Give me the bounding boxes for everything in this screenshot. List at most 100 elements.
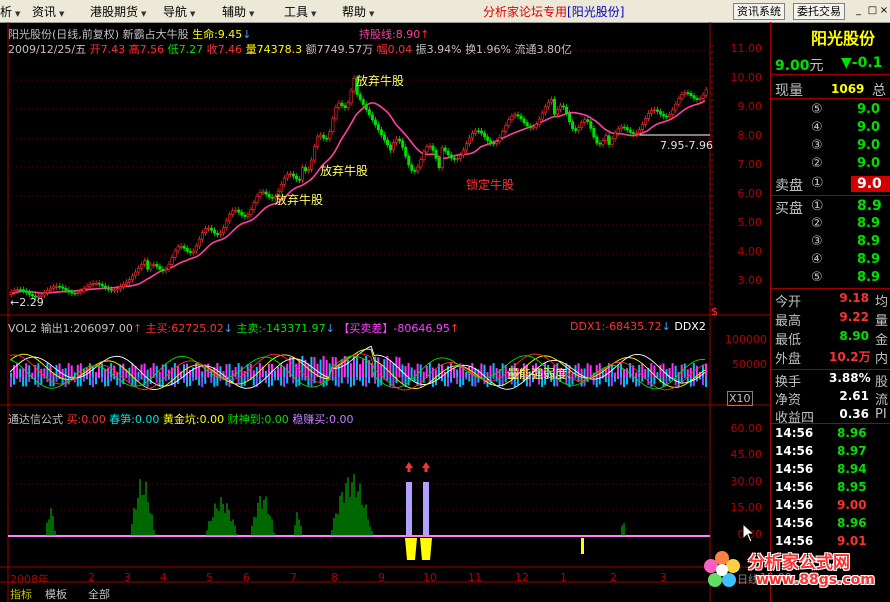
volume-bar-down (280, 377, 283, 386)
price-axis-tick: 9.00 (737, 100, 763, 113)
tab-template[interactable]: 模板 (45, 586, 67, 602)
candle-body (674, 103, 678, 111)
volume-bar-down (125, 377, 128, 379)
candle-body (631, 132, 635, 135)
buy-level-no: ④ (811, 252, 823, 267)
date-axis-month: 10 (423, 571, 437, 584)
tick-time: 14:56 (775, 480, 814, 494)
menu-item-tools[interactable]: 工具 (284, 3, 316, 20)
candle-body (628, 129, 632, 133)
divider (771, 195, 890, 196)
chart-area[interactable]: 阳光股份(日线,前复权) 新霸占大牛股 生命:9.45↓ 持股线:8.90↑ 2… (0, 22, 792, 602)
volume-bar-down (359, 377, 361, 381)
volume-bar-up (365, 356, 368, 377)
date-axis-month: 1 (560, 571, 567, 584)
watermark-text: 分析家公式网 (748, 553, 850, 573)
minimize-icon[interactable]: _ (852, 4, 865, 17)
candle-body (316, 136, 320, 147)
candle-body (152, 264, 156, 266)
candle-body (191, 250, 195, 254)
candle-body (225, 220, 229, 229)
candle-body (695, 97, 699, 100)
volume-bar-down (340, 377, 343, 384)
info-system-button[interactable]: 资讯系统 (733, 3, 785, 20)
date-axis-month: 4 (160, 571, 167, 584)
tab-indicator[interactable]: 指标 (10, 586, 32, 602)
volume-bar-down (629, 377, 632, 379)
volume-bar-up (635, 372, 638, 377)
volume-bar-up (225, 364, 228, 377)
candle-body (543, 106, 547, 114)
volume-bar-down (471, 377, 474, 387)
candle-body (261, 191, 265, 194)
candle-body (213, 230, 217, 234)
candle-body (665, 115, 669, 118)
price-axis-tick: 6.00 (737, 187, 763, 200)
candle-body (404, 146, 408, 157)
indicator-name: 新霸占大牛股 (122, 28, 189, 41)
volume-bar-up (94, 372, 97, 377)
candle-body (589, 121, 593, 129)
volume-bar-up (201, 371, 204, 377)
candle-body (434, 150, 438, 159)
candle-body (304, 167, 308, 172)
volume-bar-down (201, 377, 204, 387)
volume-bar-down (286, 377, 289, 384)
main-header-line2: 2009/12/25/五 开7.43 高7.56 低7.27 收7.46 量74… (8, 41, 572, 57)
candle-body (140, 264, 144, 269)
volume-bar-down (301, 377, 304, 381)
menu-item-hk-futures[interactable]: 港股期货 (90, 3, 146, 20)
candle-body (322, 134, 326, 139)
candle-body (155, 264, 159, 267)
formula-wealth: 财神到:0.00 (227, 413, 289, 426)
candle-body (662, 113, 666, 117)
volume-bar-up (659, 364, 662, 377)
menu-item-news[interactable]: 资讯 (32, 3, 64, 20)
trade-button[interactable]: 委托交易 (793, 3, 845, 20)
total-label: 总 (872, 83, 886, 99)
candle-body (571, 121, 575, 129)
candle-body (592, 128, 596, 138)
date-axis-month: 3 (124, 571, 131, 584)
candle-body (328, 131, 332, 140)
close-icon[interactable]: × (878, 4, 890, 17)
formula-yellow-bar (420, 538, 432, 560)
volume-bar-up (155, 365, 158, 377)
menu-item-navigate[interactable]: 导航 (163, 3, 195, 20)
sell-level-price: 9.0 (857, 120, 881, 135)
volume-bar-down (377, 377, 380, 387)
candle-body (692, 95, 696, 99)
candle-body (167, 263, 171, 270)
volume-bar-up (292, 356, 295, 377)
candle-body (24, 290, 28, 293)
buy1-price: 8.9 (857, 198, 882, 214)
volume-bar-down (55, 377, 58, 382)
s-mark: $ (711, 305, 718, 318)
volume-bar-down (474, 377, 477, 387)
volume-bar-up (88, 363, 91, 377)
kline-chart[interactable] (0, 22, 770, 602)
candle-body (601, 140, 605, 145)
candle-body (82, 288, 86, 292)
candle-body (370, 114, 374, 121)
formula-steady: 稳赚买:0.00 (292, 413, 354, 426)
stat-value: 8.90 (839, 329, 869, 343)
volume-bar-up (683, 363, 686, 377)
volume-bar-up (67, 363, 70, 377)
volume-bar-down (440, 377, 443, 382)
volume-bar-down (13, 377, 16, 385)
menu-item-assist[interactable]: 辅助 (222, 3, 254, 20)
volume-bar-down (580, 377, 583, 387)
volume-bar-up (619, 363, 622, 377)
tab-all[interactable]: 全部 (88, 586, 110, 602)
menu-item-analysis[interactable]: 析 (0, 3, 20, 20)
menu-item-help[interactable]: 帮助 (342, 3, 374, 20)
volume-bar-down (192, 377, 195, 381)
candle-body (379, 129, 383, 136)
high-label: 高7.56 (128, 43, 165, 56)
candle-body (267, 193, 271, 198)
candle-body (577, 127, 581, 131)
sell-level-no: ③ (811, 138, 823, 153)
date-axis-month: 2 (610, 571, 617, 584)
volume-bar-up (46, 363, 49, 377)
